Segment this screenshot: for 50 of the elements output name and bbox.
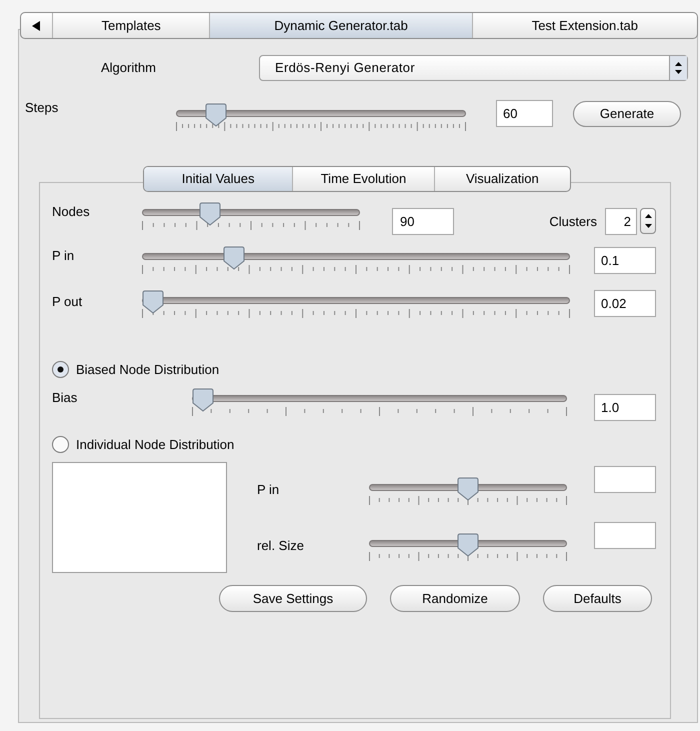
slider[interactable] <box>369 533 567 563</box>
slider-label: rel. Size <box>257 537 305 555</box>
radio-button[interactable] <box>52 436 69 453</box>
slider-thumb[interactable] <box>198 202 221 226</box>
clusters-field[interactable]: 2 <box>605 208 637 235</box>
steps-label: Steps <box>25 99 60 117</box>
list-box[interactable] <box>52 462 227 573</box>
slider-thumb[interactable] <box>457 477 479 501</box>
clusters-label: Clusters <box>549 213 597 231</box>
p-in-label: P in <box>52 247 76 265</box>
generate-button[interactable]: Generate <box>573 101 681 127</box>
slider[interactable] <box>369 477 567 507</box>
p-out-field[interactable]: 0.02 <box>594 290 656 317</box>
radio-label[interactable]: Biased Node Distribution <box>76 360 220 380</box>
nodes-label: Nodes <box>52 203 91 221</box>
slider[interactable] <box>142 290 570 320</box>
action-button[interactable]: Randomize <box>390 585 520 612</box>
value-field[interactable] <box>594 466 656 493</box>
bias-label: Bias <box>52 388 78 406</box>
slider-label: P in <box>257 481 280 499</box>
algorithm-label: Algorithm <box>101 59 157 78</box>
left-arrow-icon <box>32 20 40 30</box>
tab[interactable]: Initial Values <box>144 167 294 191</box>
tab[interactable]: Test Extension.tab <box>472 13 697 38</box>
nodes-field[interactable]: 90 <box>392 208 454 235</box>
slider-thumb[interactable] <box>192 388 214 412</box>
up-down-arrows-icon <box>675 62 682 74</box>
stepper[interactable] <box>640 208 656 234</box>
steps-field[interactable]: 60 <box>496 100 553 127</box>
radio-label[interactable]: Individual Node Distribution <box>76 434 234 454</box>
slider[interactable] <box>142 202 360 232</box>
tab[interactable]: Dynamic Generator.tab <box>210 13 473 38</box>
action-button[interactable]: Save Settings <box>219 585 367 612</box>
slider-thumb[interactable] <box>223 246 246 270</box>
value-field[interactable] <box>594 522 656 549</box>
up-down-arrows-icon <box>644 214 652 228</box>
tab[interactable]: Time Evolution <box>293 167 435 191</box>
p-in-field[interactable]: 0.1 <box>594 247 656 274</box>
bias-field[interactable]: 1.0 <box>594 394 656 420</box>
algorithm-dropdown[interactable]: Erdös-Renyi Generator <box>259 55 688 81</box>
radio-button[interactable] <box>52 361 69 378</box>
slider-thumb[interactable] <box>142 290 164 314</box>
action-button[interactable]: Defaults <box>543 585 652 612</box>
slider-thumb[interactable] <box>457 533 479 557</box>
slider[interactable] <box>176 103 466 133</box>
slider[interactable] <box>192 388 567 418</box>
slider[interactable] <box>142 246 570 276</box>
tab[interactable]: Visualization <box>434 167 570 191</box>
slider-thumb[interactable] <box>205 103 228 127</box>
p-out-label: P out <box>52 293 84 311</box>
